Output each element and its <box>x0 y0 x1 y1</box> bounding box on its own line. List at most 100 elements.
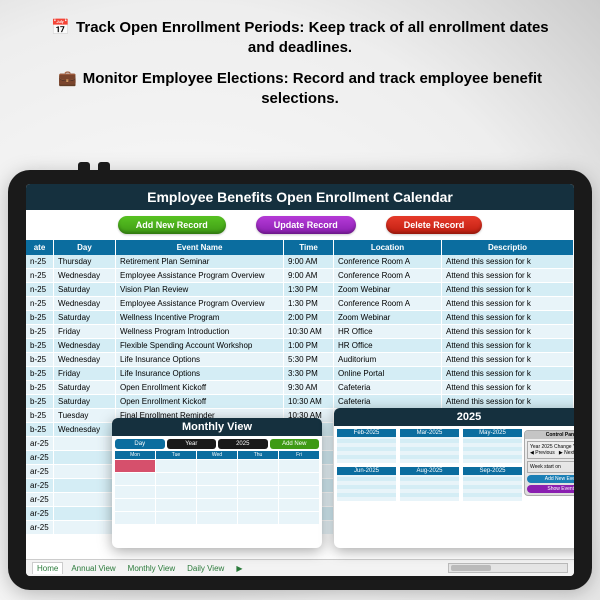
cell[interactable]: n-25 <box>26 255 54 269</box>
tab-annual[interactable]: Annual View <box>67 563 119 574</box>
cell[interactable]: Open Enrollment Kickoff <box>116 395 284 409</box>
monthly-cell[interactable] <box>197 486 237 498</box>
cell[interactable]: ar-25 <box>26 521 54 535</box>
monthly-cell[interactable] <box>115 512 155 524</box>
cell[interactable] <box>54 521 116 535</box>
cell[interactable]: Wednesday <box>54 339 116 353</box>
table-row[interactable]: b-25SaturdayOpen Enrollment Kickoff10:30… <box>26 395 574 409</box>
cell[interactable]: 9:00 AM <box>284 255 334 269</box>
cell[interactable]: Conference Room A <box>334 255 442 269</box>
cell[interactable]: Wednesday <box>54 423 116 437</box>
monthly-cell[interactable] <box>197 473 237 485</box>
monthly-cell[interactable] <box>156 499 196 511</box>
table-row[interactable]: b-25WednesdayLife Insurance Options5:30 … <box>26 353 574 367</box>
monthly-cell[interactable] <box>238 499 278 511</box>
monthly-cell[interactable] <box>238 460 278 472</box>
cell[interactable]: Tuesday <box>54 409 116 423</box>
monthly-cell[interactable] <box>279 512 319 524</box>
col-description[interactable]: Descriptio <box>442 240 574 255</box>
cell[interactable]: Saturday <box>54 311 116 325</box>
monthly-add-button[interactable]: Add New <box>270 439 320 449</box>
monthly-day-button[interactable]: Day <box>115 439 165 449</box>
cell[interactable]: Attend this session for k <box>442 339 574 353</box>
tab-home[interactable]: Home <box>32 562 63 574</box>
cell[interactable]: ar-25 <box>26 437 54 451</box>
cell[interactable]: Cafeteria <box>334 381 442 395</box>
add-event-button[interactable]: Add New Event <box>527 475 574 483</box>
cell[interactable]: Saturday <box>54 395 116 409</box>
monthly-cell[interactable] <box>197 499 237 511</box>
mini-month[interactable]: Mar-2025 <box>400 429 459 463</box>
monthly-cell[interactable] <box>279 460 319 472</box>
cell[interactable]: 1:00 PM <box>284 339 334 353</box>
cell[interactable]: Zoom Webinar <box>334 283 442 297</box>
cell[interactable]: Life Insurance Options <box>116 367 284 381</box>
cell[interactable]: Attend this session for k <box>442 367 574 381</box>
cell[interactable]: Retirement Plan Seminar <box>116 255 284 269</box>
table-row[interactable]: n-25SaturdayVision Plan Review1:30 PMZoo… <box>26 283 574 297</box>
mini-month-body[interactable] <box>400 475 459 501</box>
cell[interactable]: Thursday <box>54 255 116 269</box>
mini-month[interactable]: Feb-2025 <box>337 429 396 463</box>
cell[interactable]: Attend this session for k <box>442 283 574 297</box>
cell[interactable]: Wednesday <box>54 353 116 367</box>
cell[interactable]: Saturday <box>54 283 116 297</box>
table-row[interactable]: b-25FridayLife Insurance Options3:30 PMO… <box>26 367 574 381</box>
table-row[interactable]: n-25ThursdayRetirement Plan Seminar9:00 … <box>26 255 574 269</box>
mini-month-body[interactable] <box>463 437 522 463</box>
cell[interactable]: Flexible Spending Account Workshop <box>116 339 284 353</box>
table-row[interactable]: n-25WednesdayEmployee Assistance Program… <box>26 297 574 311</box>
cell[interactable]: 3:30 PM <box>284 367 334 381</box>
cell[interactable]: n-25 <box>26 283 54 297</box>
col-time[interactable]: Time <box>284 240 334 255</box>
col-event[interactable]: Event Name <box>116 240 284 255</box>
cell[interactable]: HR Office <box>334 339 442 353</box>
cell[interactable]: Saturday <box>54 381 116 395</box>
cell[interactable]: ar-25 <box>26 465 54 479</box>
cell[interactable]: Online Portal <box>334 367 442 381</box>
monthly-cell[interactable] <box>279 499 319 511</box>
cell[interactable]: Employee Assistance Program Overview <box>116 297 284 311</box>
mini-month[interactable]: Aug-2025 <box>400 467 459 501</box>
previous-button[interactable]: Previous <box>535 450 554 456</box>
cell[interactable]: Vision Plan Review <box>116 283 284 297</box>
cell[interactable]: 1:30 PM <box>284 283 334 297</box>
cell[interactable]: 10:30 AM <box>284 395 334 409</box>
cell[interactable]: Wednesday <box>54 297 116 311</box>
table-row[interactable]: b-25WednesdayFlexible Spending Account W… <box>26 339 574 353</box>
monthly-cell[interactable] <box>279 486 319 498</box>
col-location[interactable]: Location <box>334 240 442 255</box>
cell[interactable]: b-25 <box>26 381 54 395</box>
cell[interactable]: b-25 <box>26 311 54 325</box>
monthly-cell[interactable] <box>197 460 237 472</box>
cell[interactable]: 9:30 AM <box>284 381 334 395</box>
cell[interactable]: 5:30 PM <box>284 353 334 367</box>
cell[interactable]: ar-25 <box>26 493 54 507</box>
monthly-cell[interactable] <box>156 473 196 485</box>
mini-month[interactable]: Jun-2025 <box>337 467 396 501</box>
table-row[interactable]: b-25SaturdayWellness Incentive Program2:… <box>26 311 574 325</box>
cell[interactable]: Attend this session for k <box>442 353 574 367</box>
cell[interactable]: ar-25 <box>26 507 54 521</box>
tab-monthly[interactable]: Monthly View <box>124 563 179 574</box>
monthly-cell[interactable] <box>197 512 237 524</box>
cell[interactable]: b-25 <box>26 353 54 367</box>
cell[interactable]: Wellness Program Introduction <box>116 325 284 339</box>
col-day[interactable]: Day <box>54 240 116 255</box>
cell[interactable]: b-25 <box>26 325 54 339</box>
monthly-cell[interactable] <box>115 499 155 511</box>
monthly-cell[interactable] <box>115 460 155 472</box>
cell[interactable]: Friday <box>54 325 116 339</box>
monthly-cell[interactable] <box>279 473 319 485</box>
cell[interactable] <box>54 437 116 451</box>
table-row[interactable]: b-25SaturdayOpen Enrollment Kickoff9:30 … <box>26 381 574 395</box>
mini-month-body[interactable] <box>400 437 459 463</box>
mini-month-body[interactable] <box>337 475 396 501</box>
cell[interactable]: Attend this session for k <box>442 255 574 269</box>
cell[interactable]: b-25 <box>26 423 54 437</box>
cell[interactable]: 1:30 PM <box>284 297 334 311</box>
cell[interactable]: n-25 <box>26 269 54 283</box>
monthly-cell[interactable] <box>238 512 278 524</box>
monthly-year-value[interactable]: 2025 <box>218 439 268 449</box>
cell[interactable] <box>54 451 116 465</box>
